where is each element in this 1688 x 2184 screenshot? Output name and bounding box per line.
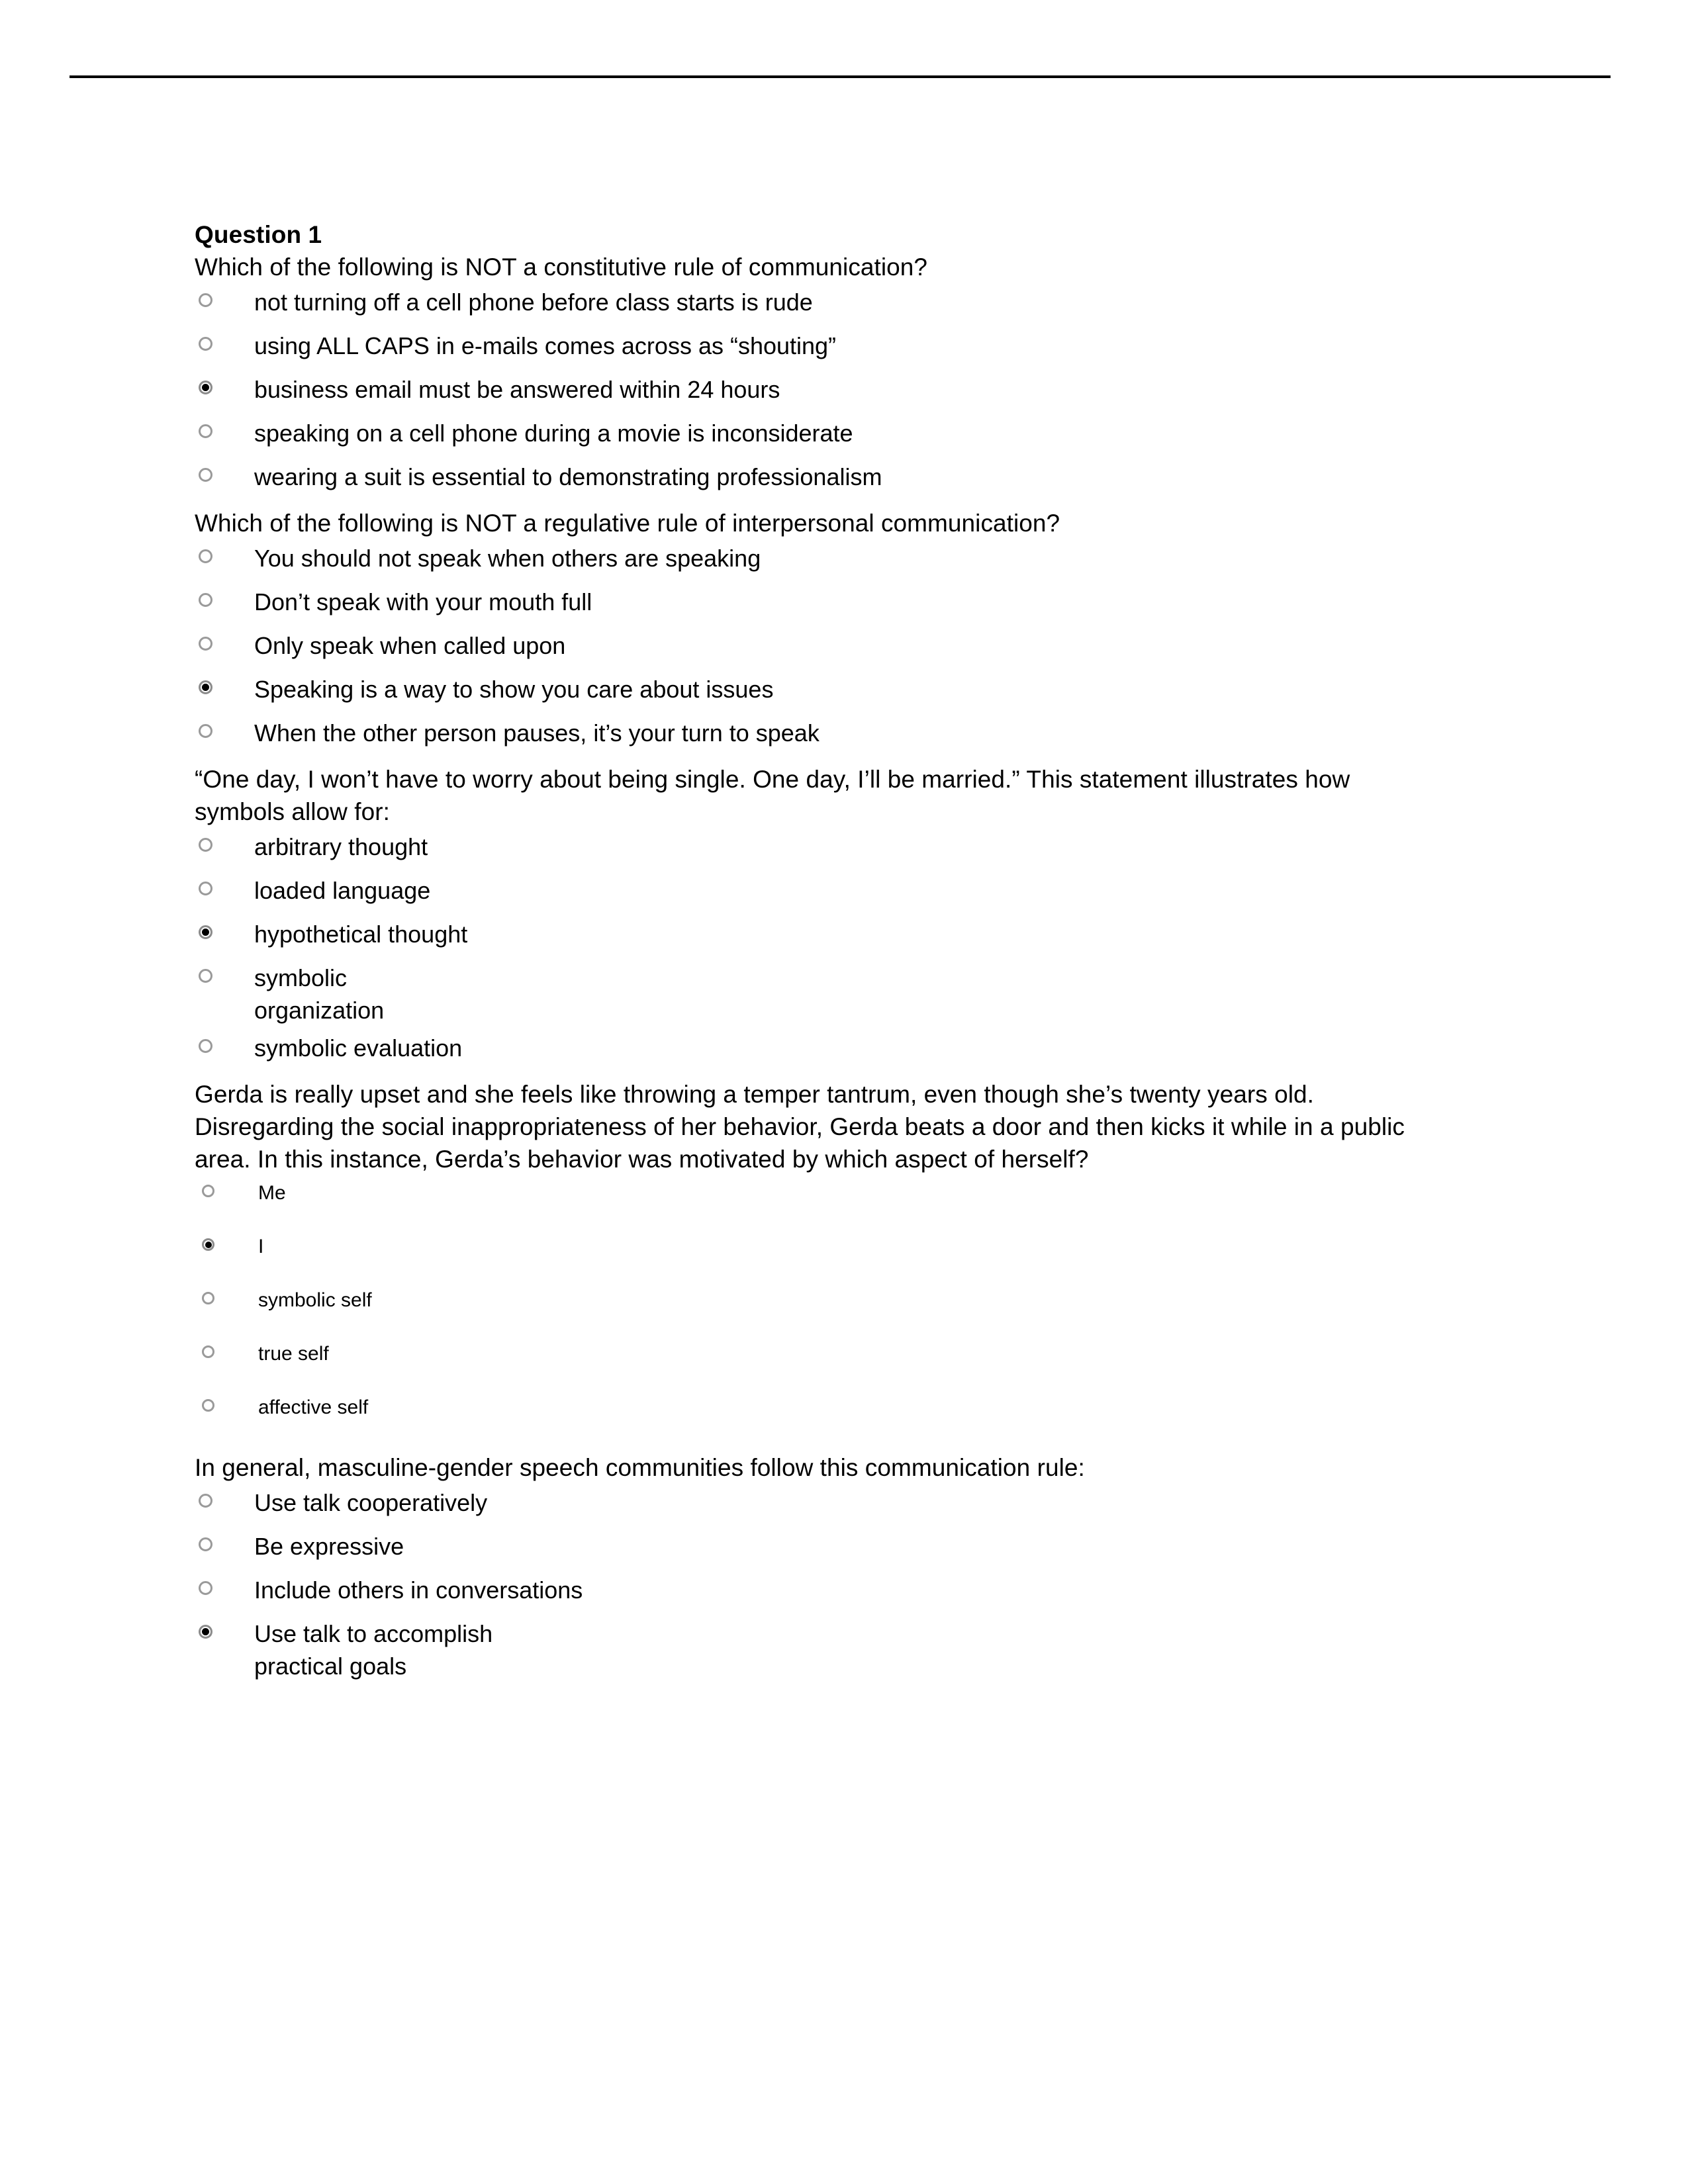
question-block-1: Question 1 Which of the following is NOT… (195, 218, 1439, 499)
option-label: Use talk to accomplish practical goals (254, 1620, 493, 1680)
option-label: wearing a suit is essential to demonstra… (254, 463, 882, 490)
option-label: using ALL CAPS in e-mails comes across a… (254, 332, 837, 359)
option-item[interactable]: business email must be answered within 2… (195, 373, 1439, 412)
quiz-content: Question 1 Which of the following is NOT… (195, 218, 1439, 1682)
option-item[interactable]: speaking on a cell phone during a movie … (195, 417, 1439, 455)
radio-button-icon[interactable] (199, 593, 212, 607)
question-stem-1: Which of the following is NOT a constitu… (195, 253, 927, 281)
option-item[interactable]: When the other person pauses, it’s your … (195, 717, 1439, 755)
question-stem-2: Which of the following is NOT a regulati… (195, 510, 1060, 537)
radio-button-icon[interactable] (199, 337, 212, 351)
option-item[interactable]: using ALL CAPS in e-mails comes across a… (195, 330, 1439, 368)
radio-button-icon[interactable] (199, 969, 212, 983)
option-item[interactable]: wearing a suit is essential to demonstra… (195, 461, 1439, 499)
radio-button-icon[interactable] (199, 1494, 212, 1508)
option-label: Include others in conversations (254, 1576, 583, 1604)
radio-button-icon[interactable] (199, 468, 212, 482)
question-stem-3: “One day, I won’t have to worry about be… (195, 766, 1350, 825)
radio-button-icon-selected[interactable] (199, 925, 212, 939)
radio-button-icon[interactable] (202, 1345, 214, 1358)
option-label: Only speak when called upon (254, 632, 566, 659)
option-item[interactable]: Use talk to accomplish practical goals (195, 1617, 1439, 1682)
radio-button-icon[interactable] (199, 293, 212, 307)
option-label: symbolic self (258, 1289, 372, 1311)
option-label: symbolic evaluation (254, 1034, 463, 1062)
option-item[interactable]: You should not speak when others are spe… (195, 542, 1439, 580)
option-label: Be expressive (254, 1533, 404, 1560)
radio-button-icon[interactable] (202, 1399, 214, 1412)
option-label: arbitrary thought (254, 833, 428, 860)
radio-button-icon[interactable] (199, 1039, 212, 1053)
radio-button-icon[interactable] (199, 1537, 212, 1551)
radio-button-icon[interactable] (202, 1185, 214, 1197)
option-item[interactable]: Include others in conversations (195, 1574, 1439, 1612)
question-stem-4: Gerda is really upset and she feels like… (195, 1081, 1405, 1173)
option-item[interactable]: Don’t speak with your mouth full (195, 586, 1439, 624)
radio-button-icon[interactable] (199, 1581, 212, 1595)
option-label: symbolic organization (254, 964, 385, 1024)
option-label: loaded language (254, 877, 431, 904)
option-label: Use talk cooperatively (254, 1489, 488, 1516)
option-item[interactable]: loaded language (195, 874, 1439, 913)
option-label: Don’t speak with your mouth full (254, 588, 592, 615)
option-item[interactable]: affective self (195, 1394, 1439, 1421)
radio-button-icon-selected[interactable] (199, 680, 212, 694)
option-item[interactable]: symbolic evaluation (195, 1032, 1439, 1070)
option-label: business email must be answered within 2… (254, 376, 780, 403)
question-block-3: “One day, I won’t have to worry about be… (195, 763, 1439, 1070)
option-item[interactable]: Only speak when called upon (195, 629, 1439, 668)
radio-button-icon[interactable] (199, 637, 212, 651)
radio-button-icon[interactable] (199, 424, 212, 438)
options-list-2: You should not speak when others are spe… (195, 542, 1439, 755)
options-list-4: Me I symbolic self true self affective s… (195, 1179, 1439, 1421)
option-label: You should not speak when others are spe… (254, 545, 761, 572)
question-block-5: In general, masculine-gender speech comm… (195, 1451, 1439, 1682)
option-item[interactable]: Speaking is a way to show you care about… (195, 673, 1439, 711)
radio-button-icon[interactable] (199, 724, 212, 738)
option-item[interactable]: symbolic self (195, 1287, 1439, 1314)
option-item[interactable]: hypothetical thought (195, 918, 1439, 956)
header-separator-rule (70, 75, 1611, 78)
option-label: hypothetical thought (254, 921, 468, 948)
option-item[interactable]: symbolic organization (195, 962, 1439, 1026)
radio-button-icon[interactable] (199, 838, 212, 852)
question-number-label: Question 1 (195, 221, 322, 248)
radio-button-icon-selected[interactable] (199, 381, 212, 394)
option-label: I (258, 1236, 264, 1257)
option-label: Me (258, 1182, 286, 1204)
radio-button-icon-selected[interactable] (202, 1238, 214, 1251)
question-block-2: Which of the following is NOT a regulati… (195, 507, 1439, 755)
document-page: Question 1 Which of the following is NOT… (0, 0, 1688, 2184)
radio-button-icon-selected[interactable] (199, 1625, 212, 1639)
option-item[interactable]: arbitrary thought (195, 831, 1439, 869)
option-label: When the other person pauses, it’s your … (254, 719, 820, 747)
option-label: not turning off a cell phone before clas… (254, 289, 813, 316)
option-label: true self (258, 1343, 329, 1365)
radio-button-icon[interactable] (199, 549, 212, 563)
options-list-3: arbitrary thought loaded language hypoth… (195, 831, 1439, 1070)
question-block-4: Gerda is really upset and she feels like… (195, 1078, 1439, 1421)
option-label: Speaking is a way to show you care about… (254, 676, 774, 703)
option-label: speaking on a cell phone during a movie … (254, 420, 853, 447)
option-item[interactable]: true self (195, 1340, 1439, 1367)
radio-button-icon[interactable] (199, 882, 212, 895)
option-item[interactable]: Me (195, 1179, 1439, 1206)
question-stem-5: In general, masculine-gender speech comm… (195, 1454, 1085, 1481)
options-list-5: Use talk cooperatively Be expressive Inc… (195, 1486, 1439, 1682)
option-item[interactable]: Be expressive (195, 1530, 1439, 1569)
option-label: affective self (258, 1396, 369, 1418)
option-item[interactable]: not turning off a cell phone before clas… (195, 286, 1439, 324)
option-item[interactable]: I (195, 1233, 1439, 1260)
options-list-1: not turning off a cell phone before clas… (195, 286, 1439, 499)
option-item[interactable]: Use talk cooperatively (195, 1486, 1439, 1525)
radio-button-icon[interactable] (202, 1292, 214, 1304)
